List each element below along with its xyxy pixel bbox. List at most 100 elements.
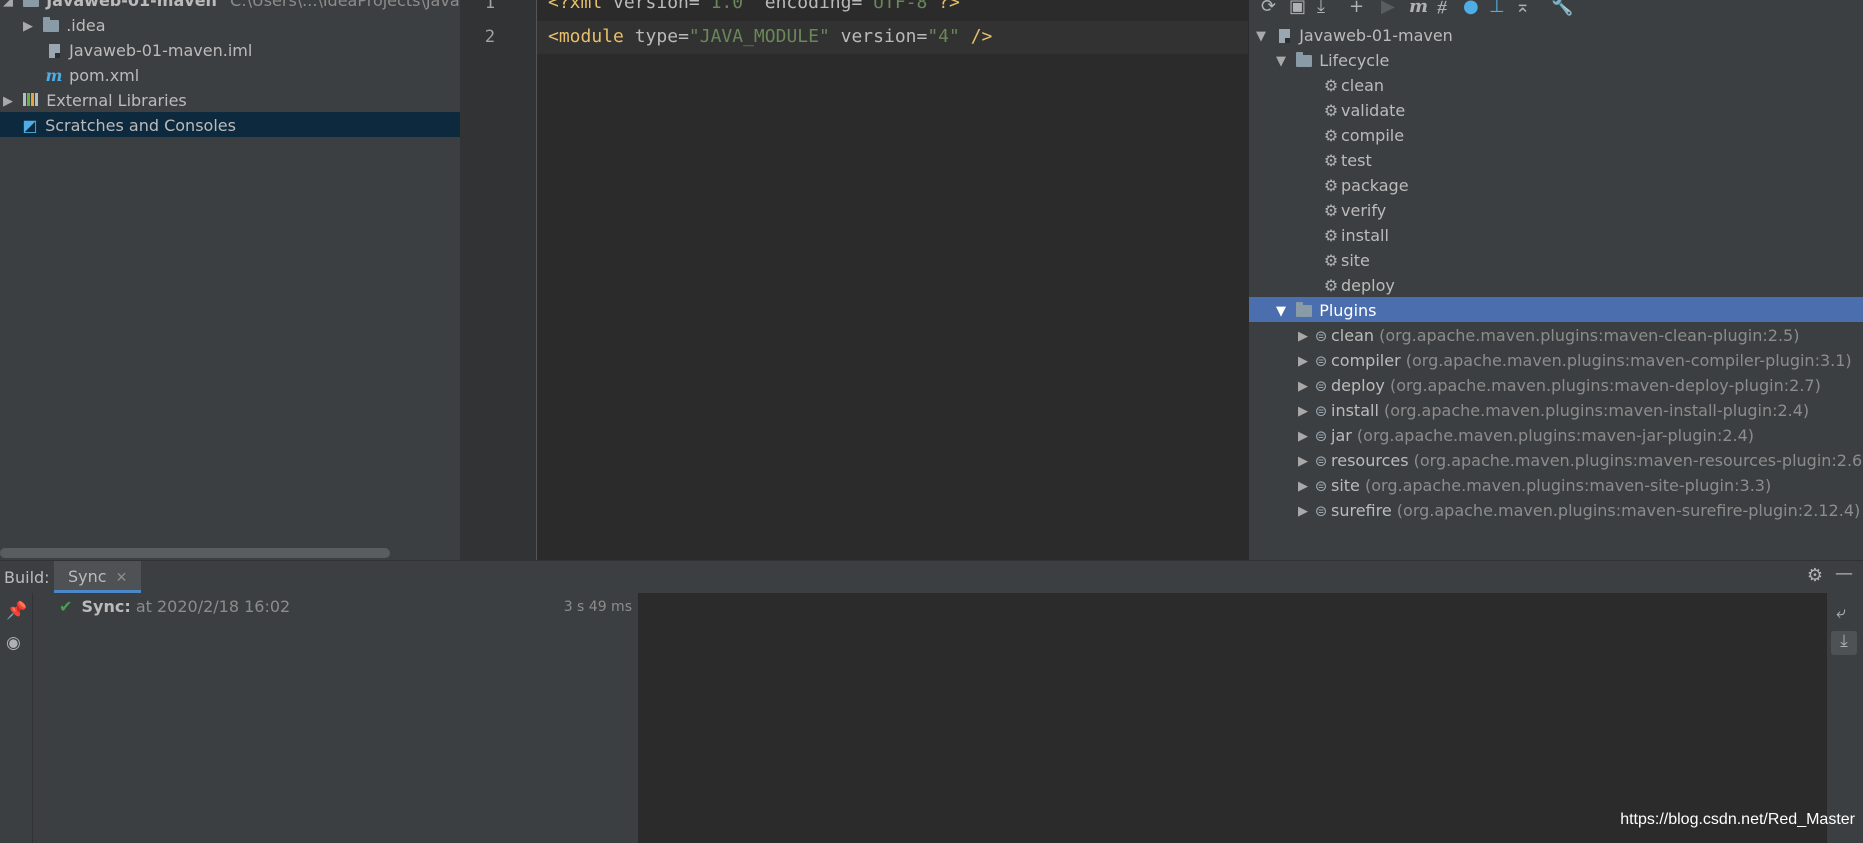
expand-arrow-icon[interactable]: ▶ <box>1295 324 1311 349</box>
tree-item-pom[interactable]: m pom.xml <box>0 62 460 87</box>
expand-arrow-icon[interactable]: ▶ <box>1295 349 1311 374</box>
expand-arrow-icon[interactable]: ▶ <box>1295 374 1311 399</box>
lifecycle-goal-label: compile <box>1341 126 1405 145</box>
code-token: version <box>829 26 917 47</box>
plugin-icon: ⊜ <box>1314 476 1328 495</box>
plugin-name: compiler <box>1331 351 1401 370</box>
lifecycle-goal-validate[interactable]: ⚙ validate <box>1249 97 1863 122</box>
collapse-all-icon[interactable]: ⌅ <box>1515 0 1530 17</box>
execute-goal-icon[interactable]: m <box>1409 0 1428 17</box>
lifecycle-goal-verify[interactable]: ⚙ verify <box>1249 197 1863 222</box>
lifecycle-goal-deploy[interactable]: ⚙ deploy <box>1249 272 1863 297</box>
horizontal-scrollbar[interactable] <box>0 548 390 558</box>
project-root-label: Javaweb-01-maven <box>46 0 217 10</box>
lifecycle-goal-install[interactable]: ⚙ install <box>1249 222 1863 247</box>
reload-icon[interactable]: ⟳ <box>1261 0 1276 17</box>
plugins-row[interactable]: ▼ Plugins <box>1249 297 1863 322</box>
lifecycle-row[interactable]: ▼ Lifecycle <box>1249 47 1863 72</box>
tree-root-row[interactable]: ◢ Javaweb-01-maven C:\Users\...\IdeaProj… <box>0 0 460 12</box>
line-number: 1 <box>484 0 496 13</box>
minimize-icon[interactable]: — <box>1835 563 1853 584</box>
lifecycle-goal-compile[interactable]: ⚙ compile <box>1249 122 1863 147</box>
tree-item-idea[interactable]: ▶ .idea <box>0 12 460 37</box>
code-line-2[interactable]: <module type="JAVA_MODULE" version="4" /… <box>548 26 992 47</box>
plugin-install[interactable]: ▶ ⊜ install (org.apache.maven.plugins:mave… <box>1249 397 1863 422</box>
soft-wrap-icon[interactable]: ⤶ <box>1836 603 1846 623</box>
add-icon[interactable]: + <box>1349 0 1364 17</box>
tree-item-label: pom.xml <box>69 66 140 85</box>
plugin-name: surefire <box>1331 501 1392 520</box>
generate-sources-icon[interactable]: ▣ <box>1289 0 1306 17</box>
plugin-surefire[interactable]: ▶ ⊜ surefire (org.apache.maven.plugins:mav… <box>1249 497 1863 522</box>
gear-icon: ⚙ <box>1323 200 1339 220</box>
tree-item-external-libraries[interactable]: ▶ External Libraries <box>0 87 460 112</box>
line-number: 2 <box>484 27 496 47</box>
lifecycle-folder-icon <box>1294 52 1314 70</box>
plugins-label: Plugins <box>1319 301 1377 320</box>
expand-arrow-icon[interactable]: ▶ <box>20 14 36 39</box>
code-token: = <box>678 26 689 47</box>
scroll-to-end-icon[interactable]: ⤓ <box>1831 631 1857 655</box>
expand-arrow-icon[interactable]: ▶ <box>1295 424 1311 449</box>
close-tab-icon[interactable]: ✕ <box>116 570 128 586</box>
plugin-jar[interactable]: ▶ ⊜ jar (org.apache.maven.plugins:maven-ja… <box>1249 422 1863 447</box>
gear-icon: ⚙ <box>1323 75 1339 95</box>
tree-item-scratches[interactable]: ◩ Scratches and Consoles <box>0 112 460 137</box>
collapse-arrow-icon[interactable]: ▼ <box>1273 299 1289 324</box>
lifecycle-goal-clean[interactable]: ⚙ clean <box>1249 72 1863 97</box>
plugin-site[interactable]: ▶ ⊜ site (org.apache.maven.plugins:maven-s… <box>1249 472 1863 497</box>
module-folder-icon <box>21 0 41 10</box>
show-dependencies-icon[interactable]: ⊥ <box>1489 0 1505 17</box>
tree-item-label: .idea <box>66 16 106 35</box>
skip-tests-icon[interactable]: ● <box>1463 0 1479 17</box>
gear-icon[interactable]: ⚙ <box>1807 565 1823 586</box>
build-title: Build: <box>4 568 50 587</box>
project-panel: ◢ Javaweb-01-maven C:\Users\...\IdeaProj… <box>0 0 460 560</box>
plugin-icon: ⊜ <box>1314 451 1328 470</box>
module-file-icon <box>44 42 64 60</box>
plugin-resources[interactable]: ▶ ⊜ resources (org.apache.maven.plugins:ma… <box>1249 447 1863 472</box>
scratches-icon: ◩ <box>22 115 38 135</box>
lifecycle-goal-package[interactable]: ⚙ package <box>1249 172 1863 197</box>
maven-project-label: Javaweb-01-maven <box>1299 26 1453 45</box>
settings-wrench-icon[interactable]: 🔧 <box>1551 0 1573 17</box>
maven-icon: m <box>45 65 63 85</box>
tree-item-iml[interactable]: Javaweb-01-maven.iml <box>0 37 460 62</box>
plugin-icon: ⊜ <box>1314 351 1328 370</box>
expand-arrow-icon[interactable]: ▶ <box>1295 399 1311 424</box>
code-token: /> <box>959 26 993 47</box>
tab-sync[interactable]: Sync ✕ <box>54 561 142 593</box>
folder-icon <box>41 17 61 35</box>
build-console[interactable] <box>638 593 1827 843</box>
run-icon[interactable]: ▶ <box>1381 0 1395 17</box>
lifecycle-goal-site[interactable]: ⚙ site <box>1249 247 1863 272</box>
code-editor[interactable]: 1 <?xml version="1.0" encoding="UTF-8"?>… <box>460 0 1248 560</box>
code-token: <?xml <box>548 0 614 13</box>
gear-icon: ⚙ <box>1323 225 1339 245</box>
plugin-coordinates: (org.apache.maven.plugins:maven-clean-pl… <box>1379 326 1800 345</box>
sync-result-row[interactable]: ✔ Sync: at 2020/2/18 16:02 3 s 49 ms <box>33 593 638 621</box>
plugin-name: jar <box>1331 426 1352 445</box>
collapse-arrow-icon[interactable]: ▼ <box>1253 24 1269 49</box>
expand-arrow-icon[interactable]: ▶ <box>1295 499 1311 524</box>
plugin-clean[interactable]: ▶ ⊜ clean (org.apache.maven.plugins:maven-… <box>1249 322 1863 347</box>
code-line-1[interactable]: <?xml version="1.0" encoding="UTF-8"?> <box>548 0 960 13</box>
build-left-toolbar: 📌 ◉ <box>0 593 33 843</box>
expand-arrow-icon[interactable]: ▶ <box>1295 449 1311 474</box>
expand-arrow-icon[interactable]: ▶ <box>0 89 16 114</box>
collapse-arrow-icon[interactable]: ▼ <box>1273 49 1289 74</box>
toggle-offline-icon[interactable]: ⧣ <box>1437 0 1447 17</box>
plugin-compiler[interactable]: ▶ ⊜ compiler (org.apache.maven.plugins:mav… <box>1249 347 1863 372</box>
pin-icon[interactable]: 📌 <box>6 601 27 621</box>
project-root-path: C:\Users\...\IdeaProjects\Javaweb <box>230 0 460 10</box>
code-token: = <box>916 26 928 47</box>
success-check-icon: ✔ <box>59 597 73 616</box>
maven-project-row[interactable]: ▼ Javaweb-01-maven <box>1249 22 1863 47</box>
download-icon[interactable]: ⤓ <box>1317 0 1325 17</box>
code-token: <module <box>548 26 635 47</box>
plugin-name: clean <box>1331 326 1375 345</box>
plugin-deploy[interactable]: ▶ ⊜ deploy (org.apache.maven.plugins:maven… <box>1249 372 1863 397</box>
lifecycle-goal-test[interactable]: ⚙ test <box>1249 147 1863 172</box>
eye-icon[interactable]: ◉ <box>6 633 21 653</box>
expand-arrow-icon[interactable]: ▶ <box>1295 474 1311 499</box>
